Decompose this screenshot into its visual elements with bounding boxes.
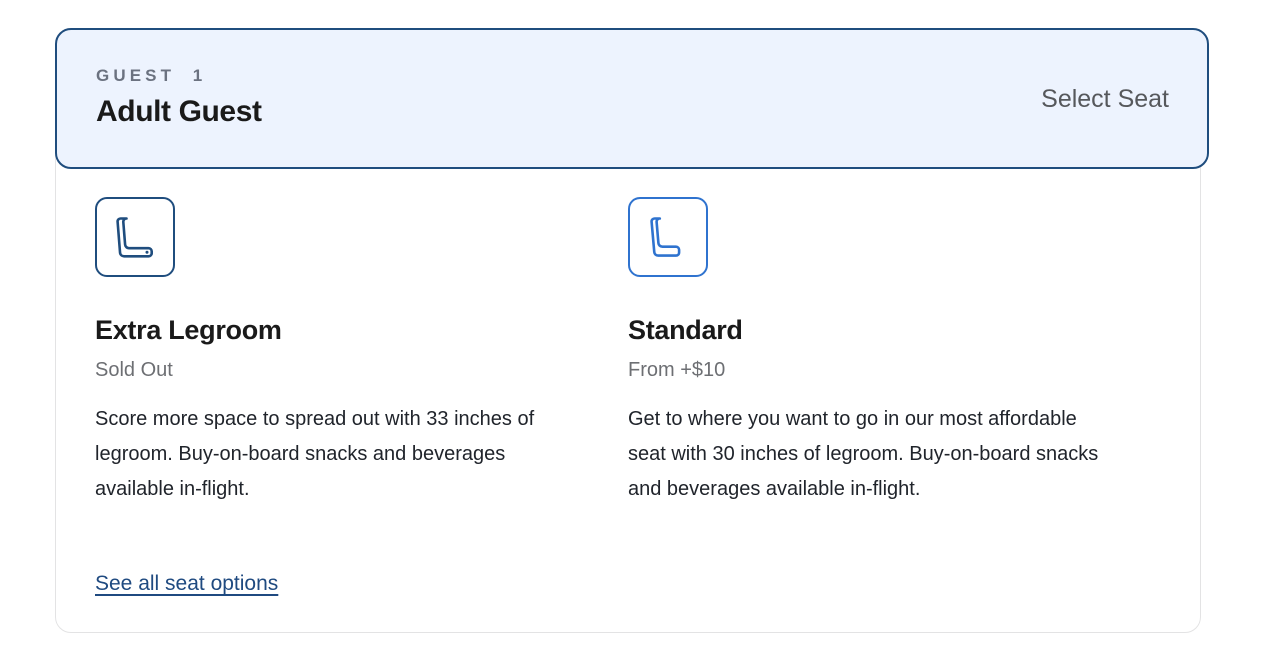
standard-icon-box — [628, 197, 708, 277]
seat-option-title: Extra Legroom — [95, 315, 282, 345]
standard-seat-icon — [645, 213, 691, 261]
see-all-seat-options-link[interactable]: See all seat options — [95, 572, 278, 596]
seat-option-description: Score more space to spread out with 33 i… — [95, 408, 535, 501]
seat-option-extra-legroom[interactable]: Extra Legroom Sold Out Score more space … — [95, 197, 628, 507]
seat-option-standard[interactable]: Standard From +$10 Get to where you want… — [628, 197, 1161, 507]
extra-legroom-seat-icon — [112, 213, 158, 261]
seat-selection-screen: GUEST 1 Adult Guest Select Seat Extra Le… — [0, 0, 1280, 671]
seat-option-title: Standard — [628, 315, 743, 345]
seat-options-grid: Extra Legroom Sold Out Score more space … — [95, 197, 1161, 507]
guest-type-title: Adult Guest — [96, 94, 262, 128]
guest-header-banner[interactable]: GUEST 1 Adult Guest Select Seat — [55, 28, 1209, 169]
seat-option-description: Get to where you want to go in our most … — [628, 408, 1099, 501]
guest-number-label: GUEST 1 — [96, 66, 207, 86]
extra-legroom-icon-box — [95, 197, 175, 277]
seat-option-price: From +$10 — [628, 359, 726, 382]
guest-identity: GUEST 1 Adult Guest — [96, 66, 262, 130]
select-seat-button[interactable]: Select Seat — [1041, 84, 1169, 114]
seat-option-price: Sold Out — [95, 359, 173, 382]
seat-options-area: Extra Legroom Sold Out Score more space … — [55, 169, 1201, 633]
